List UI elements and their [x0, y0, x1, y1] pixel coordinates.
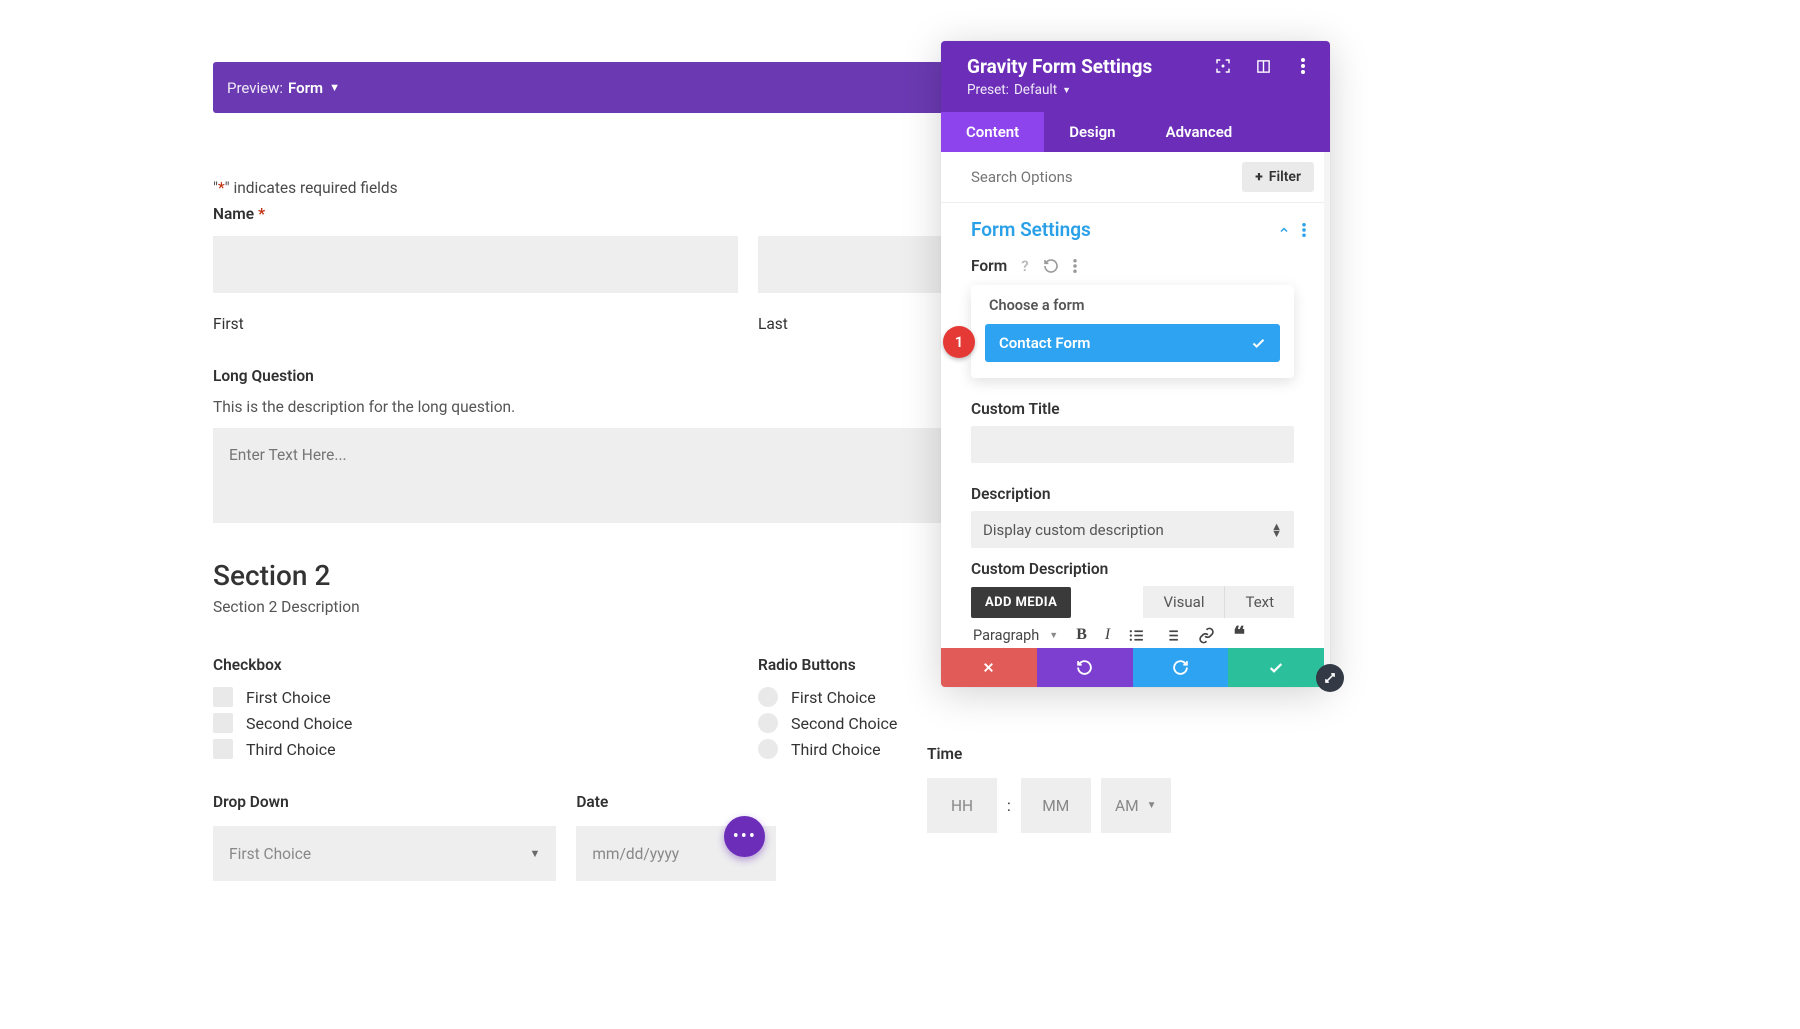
caret-down-icon: ▼ — [329, 81, 340, 94]
expand-panel-icon[interactable] — [1316, 664, 1344, 692]
redo-button[interactable] — [1133, 648, 1229, 687]
more-icon[interactable] — [1294, 57, 1312, 75]
description-label: Description — [971, 485, 1294, 503]
checkbox-icon — [213, 713, 233, 733]
form-settings-group-title[interactable]: Form Settings — [971, 218, 1091, 241]
panel-header: Gravity Form Settings Preset: Default ▼ — [941, 41, 1330, 112]
time-separator: : — [1007, 797, 1011, 815]
choose-form-hint: Choose a form — [989, 297, 1280, 314]
form-option-label: Form — [971, 257, 1007, 275]
time-ampm-select[interactable]: AM ▼ — [1101, 778, 1171, 833]
columns-icon[interactable] — [1254, 57, 1272, 75]
add-media-button[interactable]: ADD MEDIA — [971, 587, 1071, 618]
undo-button[interactable] — [1037, 648, 1133, 687]
close-button[interactable] — [941, 648, 1037, 687]
tab-content[interactable]: Content — [941, 112, 1044, 152]
description-select[interactable]: Display custom description ▲▼ — [971, 511, 1294, 548]
checkbox-icon — [213, 739, 233, 759]
radio-icon — [758, 713, 778, 733]
caret-down-icon: ▼ — [1147, 800, 1157, 811]
form-dropdown-card: Choose a form Contact Form — [971, 285, 1294, 378]
bullet-list-icon[interactable] — [1128, 627, 1145, 644]
checkbox-option[interactable]: Second Choice — [213, 713, 738, 733]
save-button[interactable] — [1228, 648, 1324, 687]
panel-title: Gravity Form Settings — [967, 55, 1152, 78]
tab-advanced[interactable]: Advanced — [1141, 112, 1258, 152]
custom-description-label: Custom Description — [971, 560, 1294, 578]
custom-title-input[interactable] — [971, 426, 1294, 463]
numbered-list-icon[interactable] — [1163, 627, 1180, 644]
search-options-input[interactable] — [971, 168, 1242, 186]
editor-toolbar: Paragraph ▼ B I ❝ — [971, 618, 1294, 648]
bold-icon[interactable]: B — [1076, 626, 1087, 644]
checkbox-option[interactable]: First Choice — [213, 687, 738, 707]
quote-icon[interactable]: ❝ — [1233, 630, 1245, 640]
time-mm-input[interactable]: MM — [1021, 778, 1091, 833]
check-icon — [1251, 336, 1266, 351]
custom-title-label: Custom Title — [971, 400, 1294, 418]
radio-icon — [758, 739, 778, 759]
time-field: Time HH : MM AM ▼ — [927, 745, 1171, 833]
link-icon[interactable] — [1198, 627, 1215, 644]
filter-button[interactable]: +Filter — [1242, 162, 1314, 192]
more-icon[interactable] — [1302, 223, 1306, 237]
editor-tab-text[interactable]: Text — [1224, 586, 1294, 618]
tab-design[interactable]: Design — [1044, 112, 1140, 152]
date-label: Date — [576, 793, 919, 811]
first-sublabel: First — [213, 315, 738, 333]
preview-value: Form — [288, 79, 323, 97]
collapse-icon[interactable] — [1278, 224, 1290, 236]
caret-down-icon: ▼ — [1062, 85, 1071, 96]
caret-down-icon: ▼ — [1049, 630, 1058, 641]
panel-tabs: Content Design Advanced — [941, 112, 1330, 152]
preview-label: Preview: — [227, 79, 283, 97]
radio-option[interactable]: First Choice — [758, 687, 1283, 707]
editor-tab-visual[interactable]: Visual — [1143, 586, 1224, 618]
first-name-input[interactable] — [213, 236, 738, 293]
more-icon[interactable] — [1073, 259, 1077, 273]
focus-icon[interactable] — [1214, 57, 1232, 75]
radio-option[interactable]: Second Choice — [758, 713, 1283, 733]
checkbox-label: Checkbox — [213, 656, 738, 674]
radio-icon — [758, 687, 778, 707]
form-dropdown-selected[interactable]: Contact Form — [985, 324, 1280, 362]
sort-icon: ▲▼ — [1271, 523, 1282, 537]
time-hh-input[interactable]: HH — [927, 778, 997, 833]
panel-action-bar — [941, 648, 1324, 687]
time-label: Time — [927, 745, 1171, 763]
preset-selector[interactable]: Preset: Default ▼ — [967, 82, 1152, 98]
dropdown-label: Drop Down — [213, 793, 556, 811]
caret-down-icon: ▼ — [529, 847, 540, 860]
italic-icon[interactable]: I — [1105, 626, 1110, 644]
checkbox-icon — [213, 687, 233, 707]
checkbox-option[interactable]: Third Choice — [213, 739, 738, 759]
step-1-badge: 1 — [943, 326, 975, 358]
settings-panel: Gravity Form Settings Preset: Default ▼ … — [941, 41, 1330, 687]
dropdown-select[interactable]: First Choice ▼ — [213, 826, 556, 881]
help-icon[interactable]: ? — [1021, 257, 1028, 275]
paragraph-format-select[interactable]: Paragraph ▼ — [973, 627, 1058, 644]
reset-icon[interactable] — [1043, 258, 1059, 274]
